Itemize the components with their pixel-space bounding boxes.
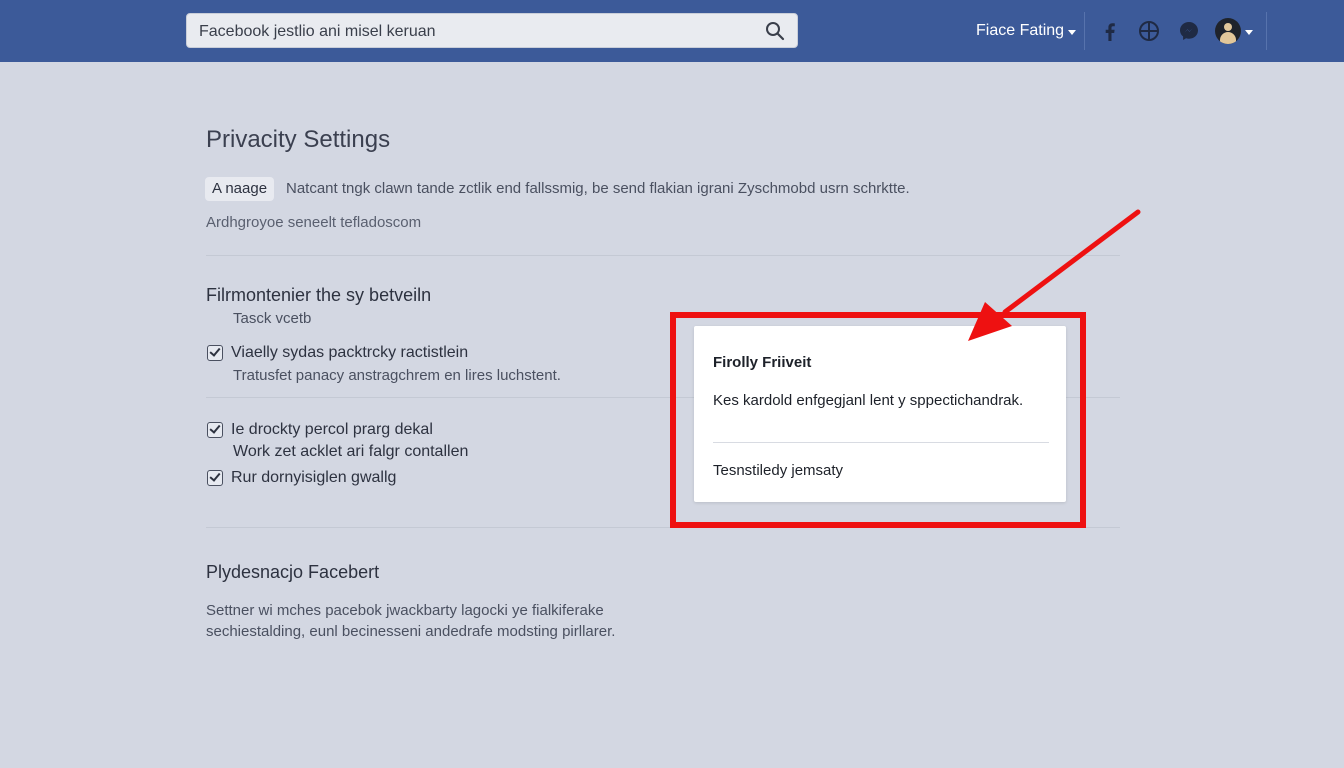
divider <box>206 255 1120 256</box>
section-subtitle: Tasck vcetb <box>233 310 312 327</box>
privacy-checkbox-1[interactable]: Viaelly sydas packtrcky ractistlein <box>207 344 468 362</box>
facebook-icon[interactable] <box>1098 19 1122 43</box>
intro-text: Natcant tngk clawn tande zctlik end fall… <box>286 180 910 197</box>
checkbox-label: Ie drockty percol prarg dekal <box>231 421 433 438</box>
checkbox-checked-icon[interactable] <box>207 422 223 438</box>
checkbox-label: Viaelly sydas packtrcky ractistlein <box>231 344 469 361</box>
checkbox-description: Tratusfet panacy anstragchrem en lires l… <box>233 367 561 384</box>
privacy-checkbox-3[interactable]: Rur dornyisiglen gwallg <box>207 469 396 487</box>
section-title: Plydesnacjo Facebert <box>206 562 380 582</box>
search-icon[interactable] <box>765 21 785 41</box>
search-input[interactable]: Facebook jestlio ani misel keruan <box>186 13 798 48</box>
section-title: Filrmontenier the sy betveiln <box>206 285 432 305</box>
subline-text: Ardhgroyoe seneelt tefladoscom <box>206 214 422 231</box>
popup-body: Kes kardold enfgegjanl lent y sppecticha… <box>713 392 1024 409</box>
account-menu-button[interactable]: Fiace Fating <box>976 22 1077 40</box>
checkbox-description: Work zet acklet ari falgr contallen <box>233 443 469 460</box>
divider <box>1084 12 1085 50</box>
divider <box>713 442 1049 443</box>
checkbox-checked-icon[interactable] <box>207 345 223 361</box>
manage-button[interactable]: A naage <box>205 177 275 201</box>
popup-title: Firolly Friiveit <box>713 354 812 371</box>
search-input-text: Facebook jestlio ani misel keruan <box>199 23 436 40</box>
divider <box>1266 12 1267 50</box>
top-navigation-bar: Facebook jestlio ani misel keruan Fiace … <box>0 0 1344 62</box>
avatar <box>1215 18 1241 44</box>
chevron-down-icon <box>1245 29 1253 35</box>
profile-menu-button[interactable] <box>1215 18 1253 44</box>
privacy-popup: Firolly Friiveit Kes kardold enfgegjanl … <box>694 326 1066 502</box>
section-description-line: sechiestalding, eunl becinesseni andedra… <box>206 623 616 640</box>
messenger-icon[interactable] <box>1177 19 1201 43</box>
checkbox-checked-icon[interactable] <box>207 470 223 486</box>
section-description-line: Settner wi mches pacebok jwackbarty lago… <box>206 602 604 619</box>
privacy-checkbox-2[interactable]: Ie drockty percol prarg dekal <box>207 421 433 439</box>
chevron-down-icon <box>1068 29 1077 35</box>
globe-icon[interactable] <box>1137 19 1161 43</box>
popup-link[interactable]: Tesnstiledy jemsaty <box>713 462 843 479</box>
account-name: Fiace Fating <box>976 22 1065 39</box>
page-title: Privacity Settings <box>206 126 391 153</box>
checkbox-label: Rur dornyisiglen gwallg <box>231 469 397 486</box>
